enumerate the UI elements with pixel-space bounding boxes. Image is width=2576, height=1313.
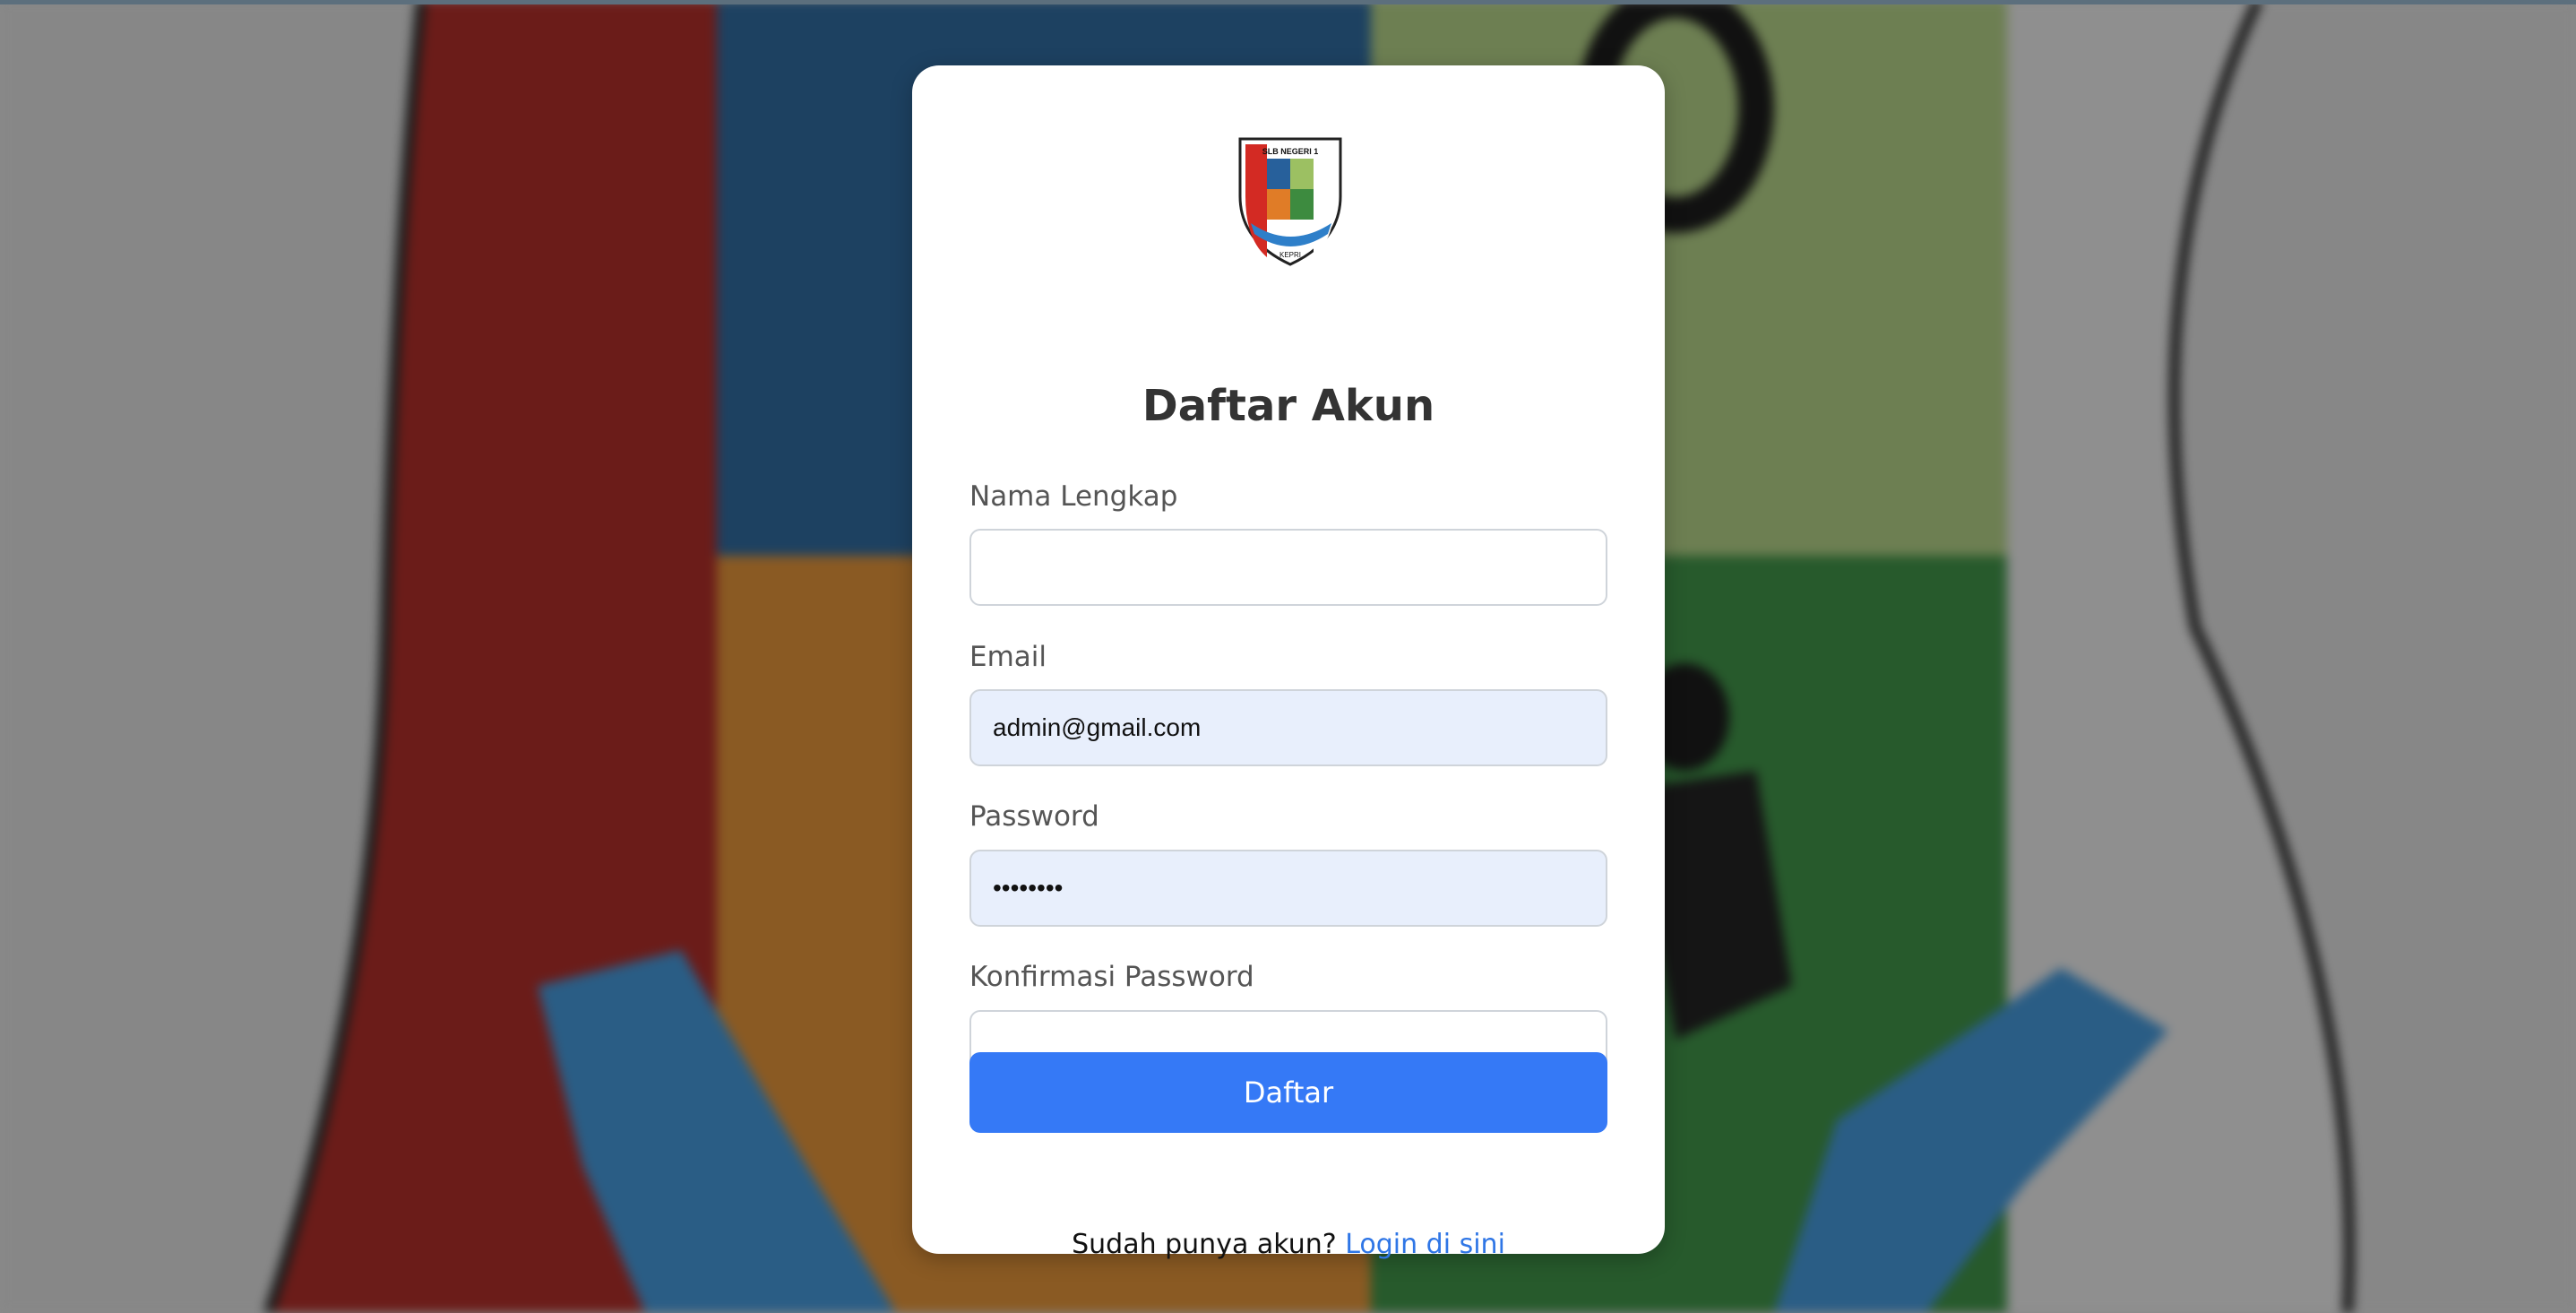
logo-bottom-text: KEPRI xyxy=(1279,251,1301,259)
register-card: SLB NEGERI 1 KEPRI Daftar Akun Nama Leng… xyxy=(912,65,1665,1260)
login-prompt: Sudah punya akun? Login di sini xyxy=(912,1227,1665,1263)
label-konfirmasi-password: Konfirmasi Password xyxy=(969,961,1254,993)
label-nama-lengkap: Nama Lengkap xyxy=(969,480,1178,513)
school-crest-logo: SLB NEGERI 1 KEPRI xyxy=(1238,137,1342,266)
label-email: Email xyxy=(969,641,1047,673)
password-input[interactable]: •••••••• xyxy=(969,850,1607,927)
login-link[interactable]: Login di sini xyxy=(1345,1229,1505,1260)
label-password: Password xyxy=(969,800,1099,833)
login-prompt-text: Sudah punya akun? xyxy=(1072,1229,1337,1260)
daftar-button[interactable]: Daftar xyxy=(969,1052,1607,1133)
top-border xyxy=(0,0,2576,4)
page-title: Daftar Akun xyxy=(1142,381,1435,431)
logo-top-text: SLB NEGERI 1 xyxy=(1262,147,1319,156)
page: SLB NEGERI 1 KEPRI Daftar Akun Nama Leng… xyxy=(0,0,2576,1313)
nama-lengkap-input[interactable] xyxy=(969,529,1607,606)
email-input[interactable]: admin@gmail.com xyxy=(969,689,1607,766)
